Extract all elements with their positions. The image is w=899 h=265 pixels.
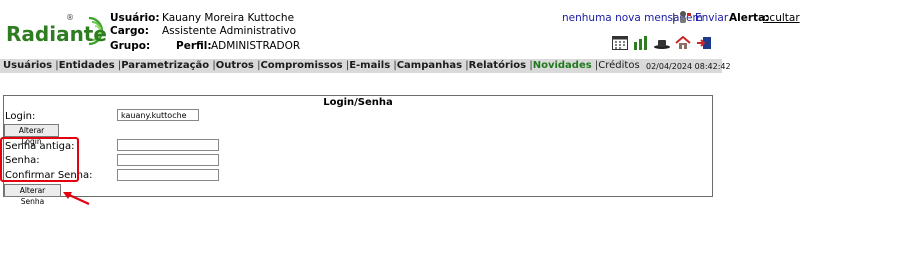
- login-password-panel: [3, 95, 713, 197]
- current-datetime: 02/04/2024 08:42:42: [646, 62, 731, 71]
- logo-text: Radiante: [6, 22, 107, 46]
- cargo-value: Assistente Administrativo: [162, 25, 297, 37]
- alterar-login-button[interactable]: Alterar Login: [4, 124, 59, 146]
- login-input[interactable]: [117, 109, 199, 121]
- alterar-senha-button[interactable]: Alterar Senha: [4, 184, 61, 206]
- perfil-label: Perfil:: [176, 40, 212, 52]
- login-label: Login:: [5, 111, 36, 122]
- annotation-arrow-icon: [63, 192, 90, 206]
- panel-title: Login/Senha: [323, 97, 393, 108]
- exit-door-icon[interactable]: [696, 36, 712, 50]
- highlight-box: [0, 137, 79, 182]
- perfil-value: ADMINISTRADOR: [211, 40, 301, 52]
- usuario-label: Usuário:: [110, 12, 160, 24]
- toolbar-icons: [612, 36, 712, 50]
- menu-item-usuarios[interactable]: Usuários: [3, 60, 52, 71]
- menu-item-novidades[interactable]: Novidades: [533, 60, 592, 71]
- alert-hide-link[interactable]: ocultar: [763, 12, 800, 24]
- cargo-label: Cargo:: [110, 25, 149, 37]
- send-message-icon[interactable]: [678, 10, 692, 24]
- menu-item-outros[interactable]: Outros: [216, 60, 254, 71]
- grupo-label: Grupo:: [110, 40, 151, 52]
- bar-chart-icon[interactable]: [633, 36, 649, 50]
- send-link[interactable]: Enviar: [695, 12, 728, 24]
- menu-item-relatorios[interactable]: Relatórios: [469, 60, 527, 71]
- menu-item-compromissos[interactable]: Compromissos: [260, 60, 342, 71]
- registered-mark: ®: [66, 13, 74, 22]
- topbar-separator: |: [672, 12, 676, 24]
- menu-item-emails[interactable]: E-mails: [349, 60, 390, 71]
- senha-antiga-input[interactable]: [117, 139, 219, 151]
- hat-icon[interactable]: [654, 37, 670, 49]
- menu-item-parametrizacao[interactable]: Parametrização: [121, 60, 209, 71]
- calendar-icon[interactable]: [612, 36, 628, 50]
- main-menu: Usuários |Entidades |Parametrização |Out…: [3, 60, 640, 71]
- nova-senha-input[interactable]: [117, 154, 219, 166]
- menu-item-campanhas[interactable]: Campanhas: [397, 60, 462, 71]
- confirmar-senha-input[interactable]: [117, 169, 219, 181]
- usuario-value: Kauany Moreira Kuttoche: [162, 12, 295, 24]
- menu-item-creditos[interactable]: Créditos: [598, 60, 639, 71]
- menu-item-entidades[interactable]: Entidades: [59, 60, 115, 71]
- home-icon[interactable]: [675, 36, 691, 50]
